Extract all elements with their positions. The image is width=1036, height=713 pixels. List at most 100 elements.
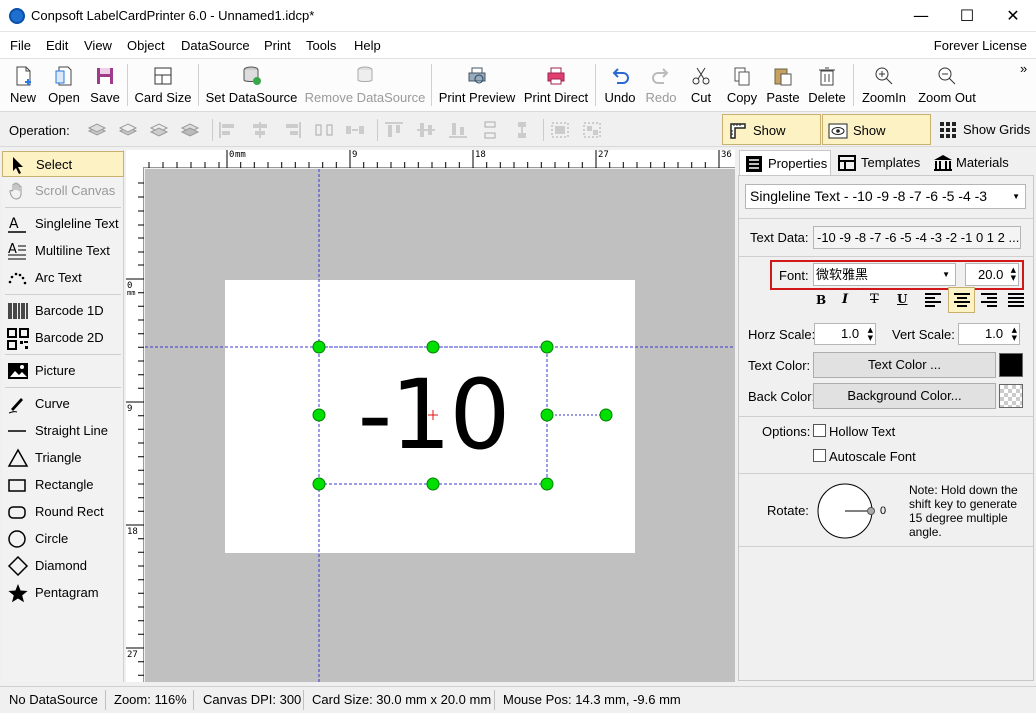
send-backward-icon[interactable]: [149, 121, 169, 139]
background-color-button[interactable]: Background Color...: [813, 383, 996, 409]
tool-picture[interactable]: Picture: [2, 358, 124, 384]
delete-button[interactable]: Delete: [806, 61, 848, 109]
align-center-text-button[interactable]: [948, 287, 975, 313]
save-button[interactable]: Save: [88, 61, 122, 109]
group-icon[interactable]: [550, 121, 570, 139]
tool-barcode-2d[interactable]: Barcode 2D: [2, 325, 124, 351]
menu-file[interactable]: File: [10, 38, 31, 53]
set-datasource-button[interactable]: Set DataSource: [205, 61, 298, 109]
tool-triangle[interactable]: Triangle: [2, 445, 124, 471]
tool-barcode-1d[interactable]: Barcode 1D: [2, 298, 124, 324]
text-data-field[interactable]: -10 -9 -8 -7 -6 -5 -4 -3 -2 -1 0 1 2 ...: [813, 226, 1021, 249]
menu-view[interactable]: View: [84, 38, 112, 53]
zoom-in-button[interactable]: ZoomIn: [858, 61, 910, 109]
rotate-dial[interactable]: [817, 482, 887, 540]
distribute-vertical-icon[interactable]: [480, 121, 500, 139]
menu-print[interactable]: Print: [264, 38, 291, 53]
database-remove-icon: [357, 66, 373, 82]
bold-button[interactable]: B: [816, 293, 826, 307]
tool-arc-text-label: Arc Text: [35, 270, 82, 285]
strikethrough-button[interactable]: T: [870, 292, 879, 307]
align-right-text-icon[interactable]: [979, 290, 999, 310]
menu-object[interactable]: Object: [127, 38, 165, 53]
hollow-text-checkbox[interactable]: [813, 424, 826, 437]
undo-button[interactable]: Undo: [601, 61, 639, 109]
vert-scale-stepper[interactable]: 1.0 ▲ ▼: [958, 323, 1020, 345]
space-vertical-icon[interactable]: [512, 121, 532, 139]
card-size-button[interactable]: Card Size: [133, 61, 193, 109]
tool-multiline-text[interactable]: A Multiline Text: [2, 238, 124, 264]
minimize-button[interactable]: —: [898, 0, 944, 32]
vertical-ruler[interactable]: 0 mm 9 18 27: [126, 168, 144, 682]
align-bottom-icon[interactable]: [448, 121, 468, 139]
tab-materials[interactable]: Materials: [928, 150, 1014, 176]
tool-singleline-text[interactable]: A Singleline Text: [2, 211, 124, 237]
text-color-button[interactable]: Text Color ...: [813, 352, 996, 378]
back-color-swatch[interactable]: [999, 384, 1023, 408]
align-left-text-icon[interactable]: [923, 290, 943, 310]
show-guides-toggle[interactable]: Show Guides: [822, 114, 931, 169]
menu-datasource[interactable]: DataSource: [181, 38, 250, 53]
tab-properties[interactable]: Properties: [739, 150, 831, 176]
bring-forward-icon[interactable]: [118, 121, 138, 139]
bring-to-front-icon[interactable]: [87, 121, 107, 139]
font-size-stepper[interactable]: 20.0 ▲ ▼: [965, 263, 1019, 286]
ungroup-icon[interactable]: [582, 121, 602, 139]
tool-curve[interactable]: Curve: [2, 391, 124, 417]
show-ruler-toggle[interactable]: Show Ruler: [722, 114, 821, 169]
panel-divider: [739, 546, 1033, 547]
italic-button[interactable]: I: [842, 292, 848, 307]
new-button[interactable]: New: [6, 61, 40, 109]
resize-handle-nw: [312, 340, 326, 354]
horz-scale-stepper[interactable]: 1.0 ▲ ▼: [814, 323, 876, 345]
rotate-handle: [599, 408, 613, 422]
undo-icon: [612, 68, 629, 84]
menu-edit[interactable]: Edit: [46, 38, 68, 53]
font-name-select[interactable]: 微软雅黑 ▼: [813, 263, 956, 286]
align-middle-icon[interactable]: [416, 121, 436, 139]
tool-diamond[interactable]: Diamond: [2, 553, 124, 579]
maximize-button[interactable]: ☐: [944, 0, 990, 32]
paste-button[interactable]: Paste: [764, 61, 802, 109]
zoom-out-button[interactable]: Zoom Out: [914, 61, 980, 109]
align-right-icon[interactable]: [282, 121, 302, 139]
tool-arc-text[interactable]: Arc Text: [2, 265, 124, 291]
autoscale-font-checkbox[interactable]: [813, 449, 826, 462]
horizontal-ruler[interactable]: 0 mm 9 18 27 36: [143, 150, 735, 168]
tab-templates[interactable]: Templates: [833, 150, 925, 176]
distribute-horizontal-icon[interactable]: [314, 121, 334, 139]
close-button[interactable]: ✕: [990, 0, 1036, 32]
tool-circle[interactable]: Circle: [2, 526, 124, 552]
toolbar-overflow-button[interactable]: »: [1020, 61, 1027, 76]
zoom-in-icon: [875, 67, 893, 85]
show-grids-toggle[interactable]: Show Grids: [933, 114, 1033, 145]
send-to-back-icon[interactable]: [180, 121, 200, 139]
remove-datasource-button[interactable]: Remove DataSource: [304, 61, 426, 109]
underline-button[interactable]: U: [897, 292, 907, 306]
justify-text-icon[interactable]: [1006, 290, 1026, 310]
align-top-icon[interactable]: [384, 121, 404, 139]
redo-button[interactable]: Redo: [642, 61, 680, 109]
align-center-icon[interactable]: [250, 121, 270, 139]
print-direct-button[interactable]: Print Direct: [522, 61, 590, 109]
print-preview-button[interactable]: Print Preview: [438, 61, 516, 109]
object-select[interactable]: Singleline Text - -10 -9 -8 -7 -6 -5 -4 …: [745, 184, 1026, 209]
database-add-icon: [243, 66, 261, 85]
tool-rectangle[interactable]: Rectangle: [2, 472, 124, 498]
menu-help[interactable]: Help: [354, 38, 381, 53]
tool-round-rect[interactable]: Round Rect: [2, 499, 124, 525]
copy-button[interactable]: Copy: [722, 61, 762, 109]
open-button[interactable]: Open: [45, 61, 83, 109]
cut-button[interactable]: Cut: [686, 61, 716, 109]
menu-tools[interactable]: Tools: [306, 38, 336, 53]
tool-straight-line[interactable]: Straight Line: [2, 418, 124, 444]
align-left-icon[interactable]: [218, 121, 238, 139]
text-color-swatch[interactable]: [999, 353, 1023, 377]
materials-icon: [934, 155, 952, 171]
tool-scroll-canvas[interactable]: Scroll Canvas: [2, 178, 124, 204]
operation-label: Operation:: [9, 123, 70, 138]
tool-pentagram[interactable]: Pentagram: [2, 580, 124, 606]
tool-select[interactable]: Select: [2, 151, 124, 177]
space-horizontal-icon[interactable]: [345, 121, 365, 139]
pen-icon: [8, 398, 23, 414]
